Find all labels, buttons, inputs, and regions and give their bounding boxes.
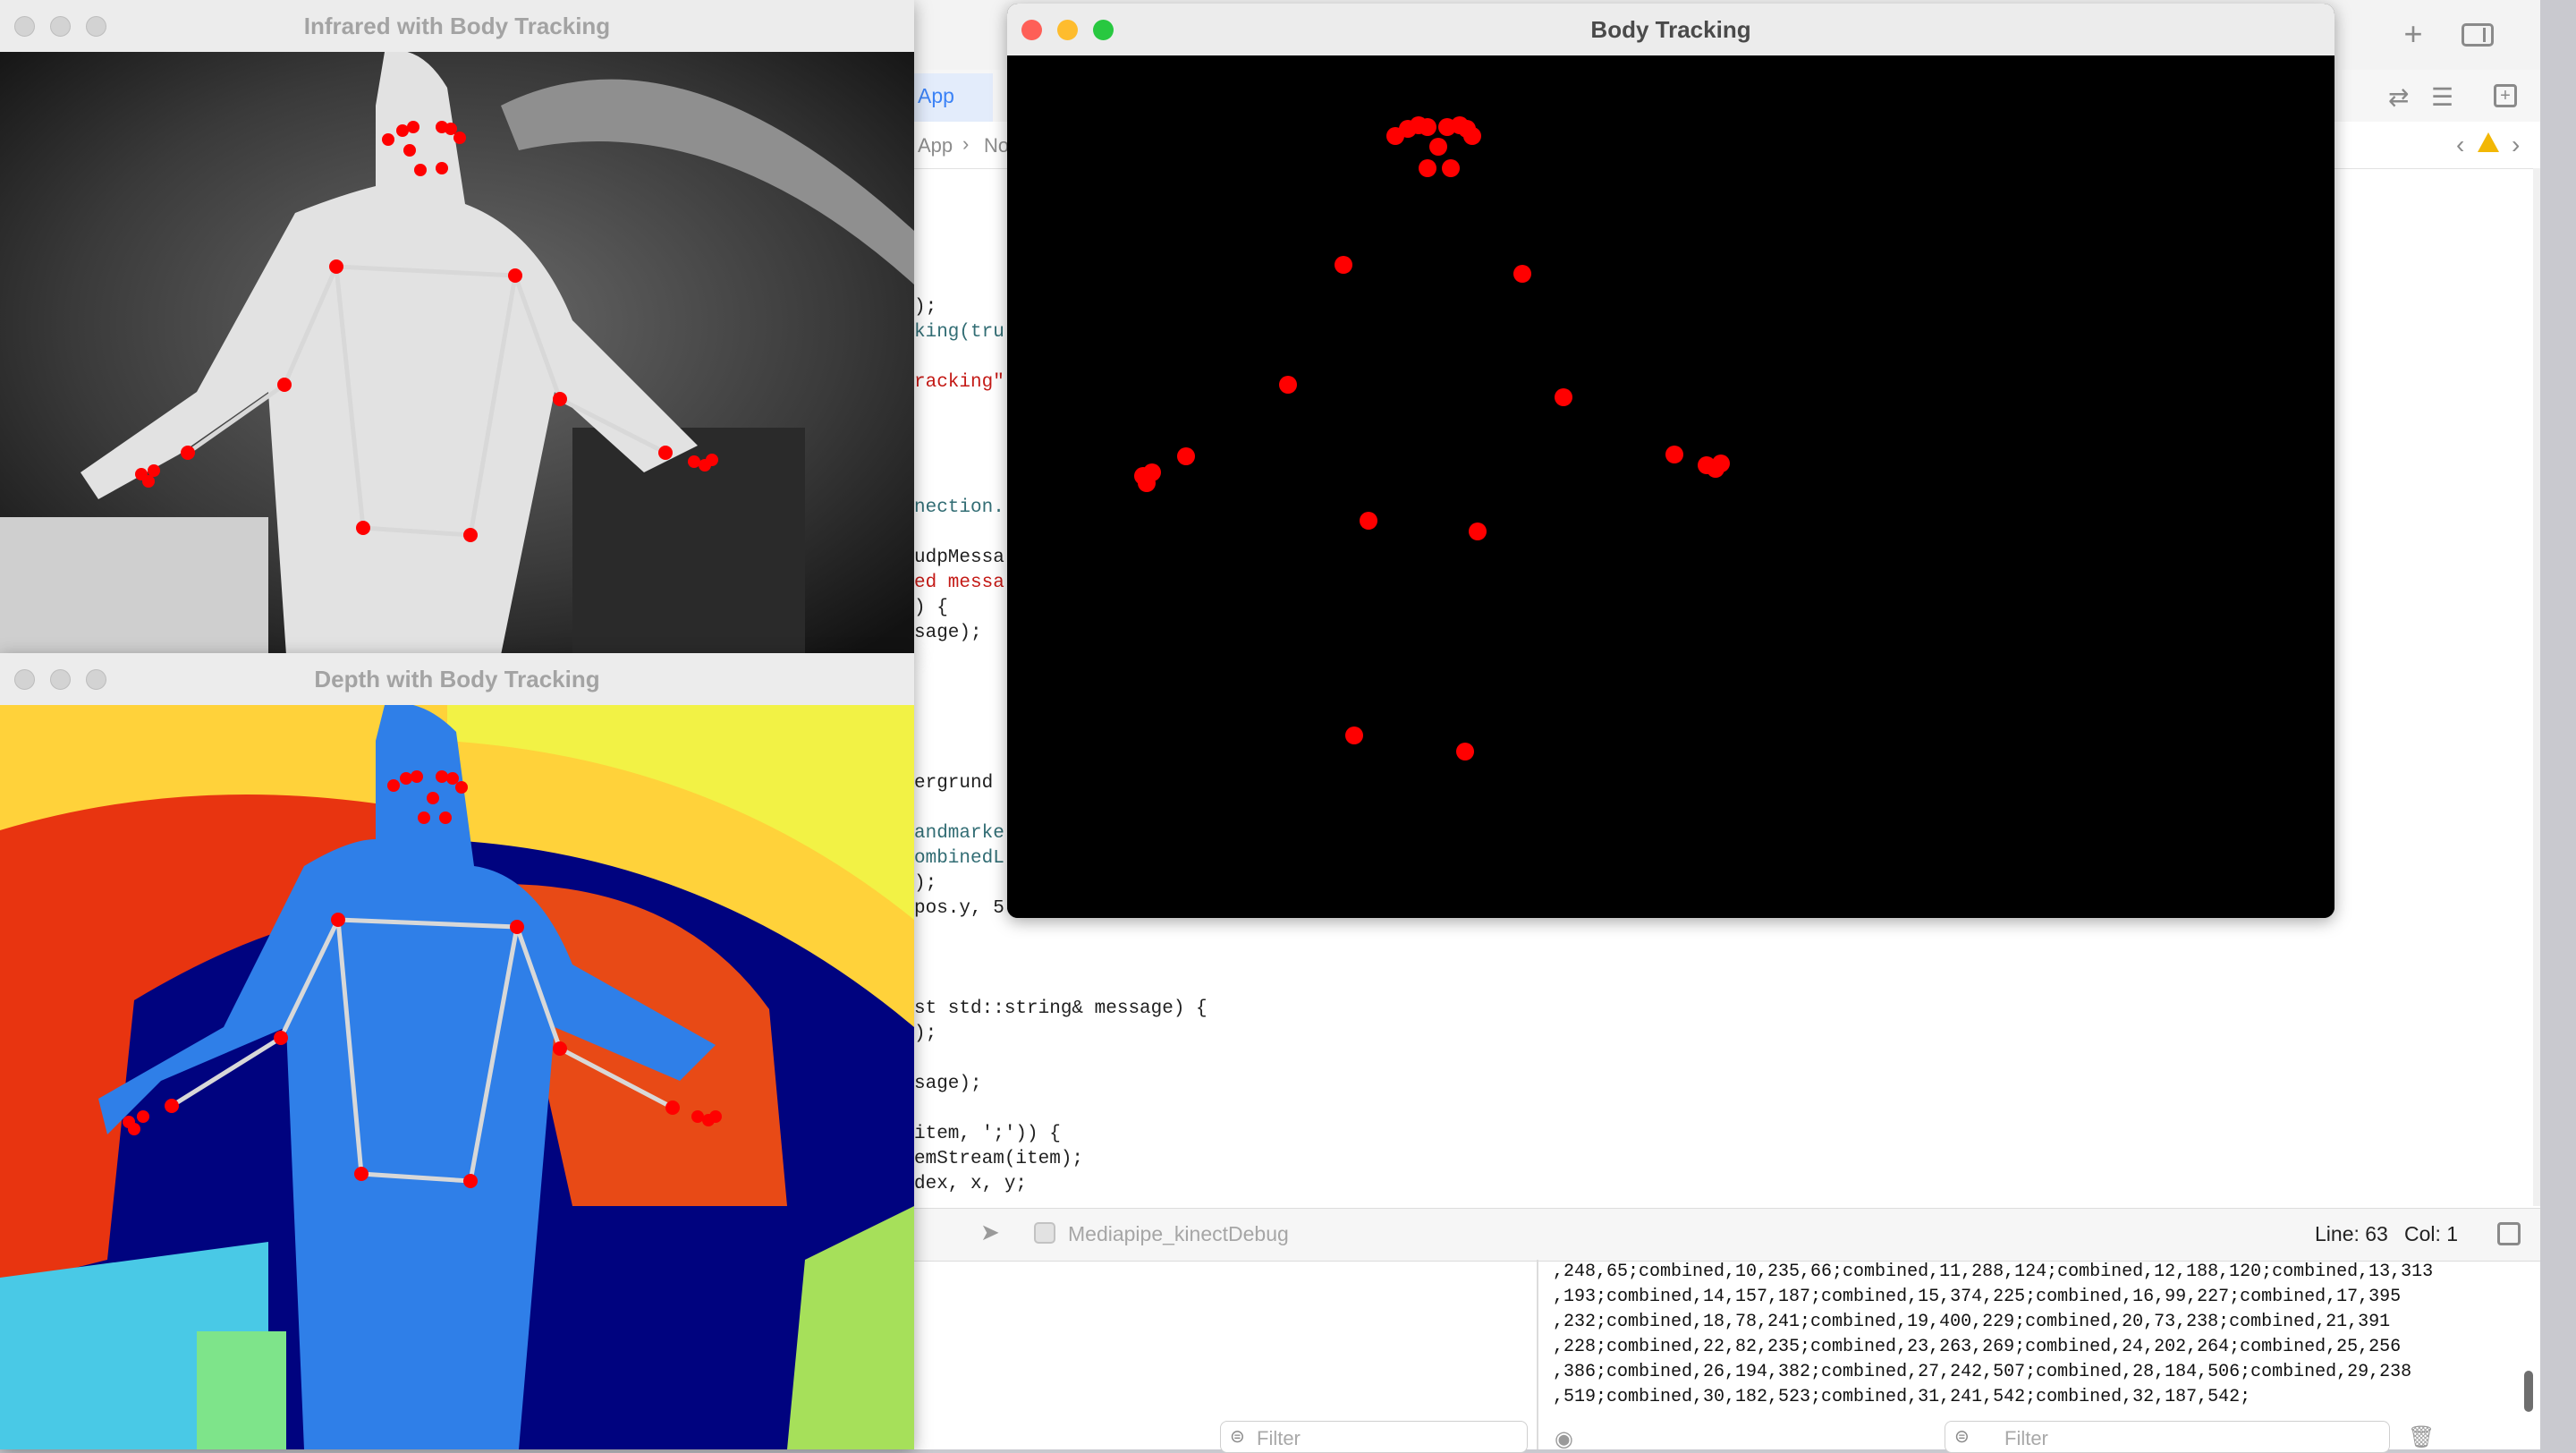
console-filter[interactable]: ⊜ Filter xyxy=(1945,1421,2390,1453)
code-line[interactable]: ergrund xyxy=(914,773,993,794)
code-line[interactable]: sage); xyxy=(914,1074,982,1094)
window-title: Infrared with Body Tracking xyxy=(303,13,611,39)
code-line[interactable]: ed messa xyxy=(914,573,1004,593)
depth-view xyxy=(0,705,914,1449)
scheme-name[interactable]: Mediapipe_kinectDebug xyxy=(1068,1222,1289,1246)
code-line[interactable]: andmarke xyxy=(914,823,1004,844)
console-scroll-thumb[interactable] xyxy=(2524,1371,2533,1412)
location-icon[interactable]: ➤ xyxy=(980,1219,1000,1246)
code-line[interactable]: udpMessa xyxy=(914,548,1004,568)
chevron-right-icon[interactable]: › xyxy=(2512,131,2520,159)
code-line[interactable]: st std::string& message) { xyxy=(914,998,1208,1019)
code-line[interactable]: sage); xyxy=(914,623,982,643)
console-line: ,248,65;combined,10,235,66;combined,11,2… xyxy=(1553,1262,2434,1282)
add-editor-icon[interactable]: + xyxy=(2494,84,2517,107)
cursor-line: Line: 63 xyxy=(2315,1222,2388,1245)
tab-app-label: App xyxy=(918,84,954,107)
console-line: ,228;combined,22,82,235;combined,23,263,… xyxy=(1553,1337,2402,1357)
chevron-right-icon: › xyxy=(962,132,970,155)
code-line[interactable]: ); xyxy=(914,297,936,318)
window-title: Depth with Body Tracking xyxy=(314,666,600,693)
infrared-view xyxy=(0,52,914,655)
code-line[interactable]: ombinedL xyxy=(914,848,1004,869)
console-line: ,232;combined,18,78,241;combined,19,400,… xyxy=(1553,1312,2391,1332)
depth-titlebar[interactable]: Depth with Body Tracking xyxy=(0,653,914,706)
landmark-points xyxy=(1134,116,1730,760)
code-line[interactable]: nection. xyxy=(914,497,1004,518)
swap-icon[interactable]: ⇄ xyxy=(2388,82,2409,112)
variables-filter-placeholder: Filter xyxy=(1257,1427,1301,1449)
desktop-edge xyxy=(2540,0,2576,1449)
infrared-window: Infrared with Body Tracking xyxy=(0,0,914,655)
body-tracking-window: Body Tracking xyxy=(1007,4,2334,918)
window-title: Body Tracking xyxy=(1590,16,1751,43)
hide-debug-area-icon[interactable] xyxy=(2497,1222,2521,1245)
breadcrumb-item[interactable]: App xyxy=(918,134,953,157)
filter-icon: ⊜ xyxy=(1230,1427,1245,1447)
scheme-icon xyxy=(1034,1222,1055,1244)
infrared-titlebar[interactable]: Infrared with Body Tracking xyxy=(0,0,914,53)
filter-icon: ⊜ xyxy=(1954,1427,1970,1447)
sidebar-toggle-icon[interactable] xyxy=(2462,23,2494,47)
body-tracking-titlebar[interactable]: Body Tracking xyxy=(1007,4,2334,56)
warning-icon[interactable] xyxy=(2478,132,2499,152)
breadcrumb-item[interactable]: No xyxy=(984,134,1009,157)
code-line[interactable]: ); xyxy=(914,873,936,894)
console-line: ,193;combined,14,157,187;combined,15,374… xyxy=(1553,1287,2402,1307)
code-line[interactable]: emStream(item); xyxy=(914,1149,1083,1169)
console-divider xyxy=(1537,1260,1538,1449)
chevron-left-icon[interactable]: ‹ xyxy=(2456,131,2464,159)
landmark-canvas xyxy=(1007,55,2334,918)
console-filter-placeholder: Filter xyxy=(2004,1427,2048,1449)
code-line[interactable]: racking" xyxy=(914,372,1004,393)
code-line[interactable]: pos.y, 5 xyxy=(914,898,1004,919)
depth-window: Depth with Body Tracking xyxy=(0,653,914,1449)
code-line[interactable]: item, ';')) { xyxy=(914,1124,1061,1144)
code-line[interactable]: king(tru xyxy=(914,322,1004,343)
variables-filter[interactable]: ⊜ Filter xyxy=(1220,1421,1528,1453)
inspector-icon[interactable]: ☰ xyxy=(2431,82,2453,112)
code-line[interactable]: ) { xyxy=(914,598,948,618)
trash-icon[interactable]: 🗑 xyxy=(2408,1424,2435,1450)
console-line: ,519;combined,30,182,523;combined,31,241… xyxy=(1553,1387,2251,1407)
eye-icon[interactable]: ◉ xyxy=(1555,1426,1573,1452)
plus-icon[interactable]: + xyxy=(2397,18,2429,50)
cursor-col: Col: 1 xyxy=(2404,1222,2459,1245)
console-line: ,386;combined,26,194,382;combined,27,242… xyxy=(1553,1362,2412,1382)
editor-scrollbar-track[interactable] xyxy=(2533,168,2540,1206)
code-line[interactable]: ); xyxy=(914,1024,936,1044)
code-line[interactable]: dex, x, y; xyxy=(914,1174,1027,1194)
